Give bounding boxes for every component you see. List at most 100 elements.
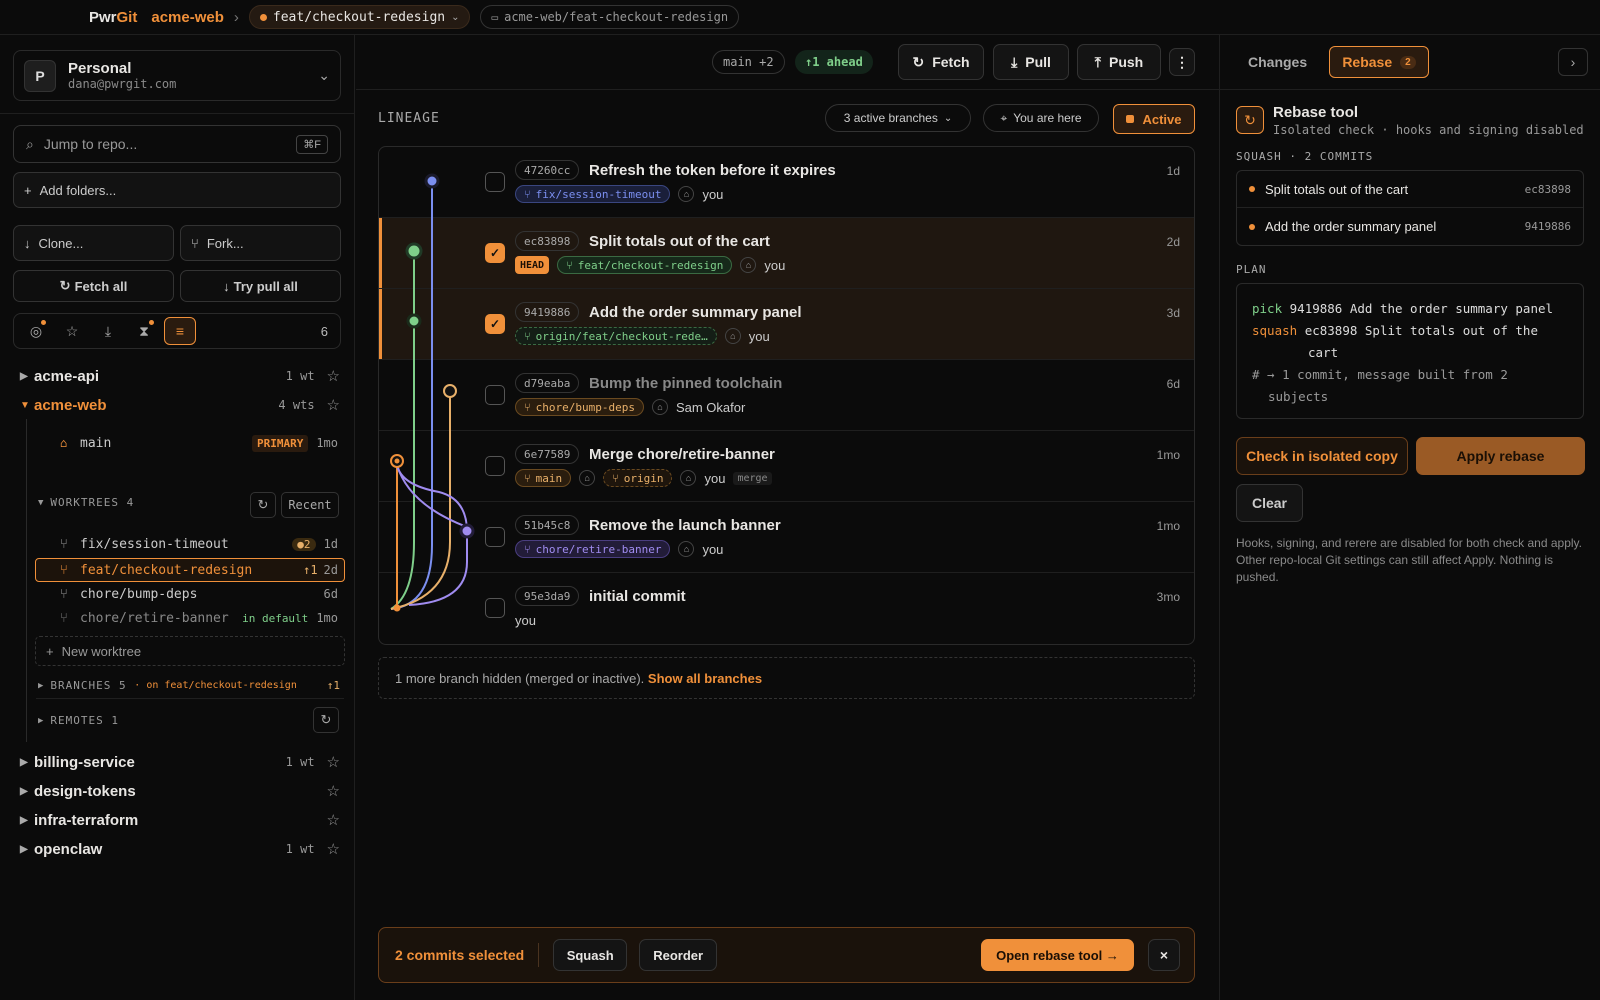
remotes-header[interactable]: ▶ REMOTES 1 — [38, 714, 119, 727]
star-icon[interactable]: ☆ — [327, 396, 340, 414]
commit-refs: ⑂ main ⌂ ⑂ origin ⌂ you merge — [515, 469, 772, 487]
commit-checkbox[interactable] — [485, 172, 505, 192]
ref-tag[interactable]: ⑂ origin — [603, 469, 673, 487]
ref-tag[interactable]: ⑂ chore/bump-deps — [515, 398, 644, 416]
star-filter-icon[interactable]: ☆ — [56, 317, 88, 345]
graph-node[interactable] — [405, 242, 423, 260]
star-icon[interactable]: ☆ — [327, 782, 340, 800]
ref-tag[interactable]: ⑂ main — [515, 469, 572, 487]
commit-row[interactable]: 51b45c8 Remove the launch banner 1mo ⑂ chore… — [379, 502, 1194, 573]
activity-filter-icon[interactable]: ◎ — [20, 317, 52, 345]
commit-row[interactable]: 95e3da9 initial commit 3mo you — [379, 573, 1194, 644]
repo-billing-service[interactable]: ▶ billing-service 1 wt ☆ — [20, 753, 340, 772]
filter-count: 6 — [320, 323, 328, 339]
graph-node[interactable] — [459, 523, 475, 539]
branches-header[interactable]: ▶ BRANCHES 5 · on feat/checkout-redesign… — [38, 679, 340, 692]
commit-hash[interactable]: 51b45c8 — [515, 515, 580, 535]
account-switcher[interactable]: P Personal dana@pwrgit.com ⌄ — [13, 50, 341, 101]
active-branches-dropdown[interactable]: 3 active branches ⌄ — [825, 104, 971, 132]
refresh-worktrees-button[interactable]: ↻ — [250, 492, 276, 518]
graph-node[interactable] — [393, 604, 401, 612]
fork-button[interactable]: ⑂ Fork... — [180, 225, 341, 261]
graph-node[interactable] — [424, 173, 440, 189]
worktrees-header[interactable]: ▼ WORKTREES 4 — [38, 496, 134, 509]
worktree-fix-session-timeout[interactable]: ⑂ fix/session-timeout ●2 1d — [36, 532, 344, 556]
commit-checkbox[interactable] — [485, 598, 505, 618]
clear-button[interactable]: Clear — [1236, 484, 1303, 522]
worktree-chore-retire-banner[interactable]: ⑂ chore/retire-banner in default 1mo — [36, 606, 344, 630]
you-are-here-button[interactable]: ⌖ You are here — [983, 104, 1099, 132]
commit-hash[interactable]: 95e3da9 — [515, 586, 580, 606]
commit-hash[interactable]: ec83898 — [515, 231, 580, 251]
more-menu-button[interactable]: ⋮ — [1169, 48, 1195, 76]
collapse-panel-button[interactable]: › — [1558, 48, 1588, 76]
star-icon[interactable]: ☆ — [327, 811, 340, 829]
add-folders-button[interactable]: + Add folders... — [13, 172, 341, 208]
apply-rebase-button[interactable]: Apply rebase — [1416, 437, 1585, 475]
commit-hash[interactable]: 6e77589 — [515, 444, 580, 464]
ref-tag[interactable]: ⑂ chore/retire-banner — [515, 540, 671, 558]
graph-node[interactable] — [406, 313, 422, 329]
home-icon: ⌂ — [60, 436, 68, 450]
main-worktree[interactable]: ⌂ main PRIMARY 1mo — [36, 431, 344, 455]
squash-item[interactable]: Add the order summary panel 9419886 — [1237, 208, 1583, 245]
star-icon[interactable]: ☆ — [327, 367, 340, 385]
ref-tag[interactable]: HEAD — [515, 256, 550, 274]
refresh-remotes-button[interactable]: ↻ — [313, 707, 339, 733]
active-filter-toggle[interactable]: Active — [1113, 104, 1195, 134]
commit-row[interactable]: d79eaba Bump the pinned toolchain 6d ⑂ chore… — [379, 360, 1194, 431]
worktree-chore-bump-deps[interactable]: ⑂ chore/bump-deps 6d — [36, 582, 344, 606]
main-compare-badge[interactable]: main +2 — [712, 50, 785, 74]
list-filter-icon[interactable]: ≡ — [164, 317, 196, 345]
fetch-button[interactable]: ↻ Fetch — [898, 44, 984, 80]
open-rebase-tool-button[interactable]: Open rebase tool → — [981, 939, 1134, 971]
push-button[interactable]: ⤒ Push — [1077, 44, 1161, 80]
repo-acme-web[interactable]: ▼ acme-web 4 wts ☆ — [20, 396, 340, 415]
ref-tag[interactable]: ⑂ origin/feat/checkout-rede… — [515, 327, 717, 345]
repo-openclaw[interactable]: ▶ openclaw 1 wt ☆ — [20, 840, 340, 859]
hourglass-filter-icon[interactable]: ⧗ — [128, 317, 160, 345]
repo-acme-api[interactable]: ▶ acme-api 1 wt ☆ — [20, 367, 340, 386]
commit-row[interactable]: ✓ 9419886 Add the order summary panel 3d ⑂ or… — [379, 289, 1194, 360]
repo-design-tokens[interactable]: ▶ design-tokens ☆ — [20, 782, 340, 801]
fetch-all-button[interactable]: ↻ Fetch all — [13, 270, 174, 302]
check-isolated-copy-button[interactable]: Check in isolated copy — [1236, 437, 1408, 475]
graph-node[interactable] — [443, 384, 457, 398]
ref-tag[interactable]: ⑂ fix/session-timeout — [515, 185, 671, 203]
commit-checkbox[interactable] — [485, 527, 505, 547]
ref-tag[interactable]: ⑂ feat/checkout-redesign — [557, 256, 733, 274]
worktree-path[interactable]: ▭ acme-web/feat-checkout-redesign — [480, 5, 740, 29]
commit-checkbox[interactable] — [485, 456, 505, 476]
commit-checkbox[interactable]: ✓ — [485, 314, 505, 334]
commit-hash[interactable]: 9419886 — [515, 302, 580, 322]
commit-row[interactable]: 47260cc Refresh the token before it expir… — [379, 147, 1194, 218]
pull-button[interactable]: ⤓ Pull — [993, 44, 1069, 80]
star-icon[interactable]: ☆ — [327, 840, 340, 858]
commit-checkbox[interactable] — [485, 385, 505, 405]
primary-badge: PRIMARY — [251, 434, 309, 452]
worktree-feat-checkout-redesign[interactable]: ⑂ feat/checkout-redesign ↑1 2d — [35, 558, 345, 582]
star-icon[interactable]: ☆ — [327, 753, 340, 771]
recent-sort-button[interactable]: Recent — [281, 492, 339, 518]
close-selection-button[interactable]: × — [1148, 939, 1180, 971]
try-pull-all-button[interactable]: ↓ Try pull all — [180, 270, 341, 302]
search-input[interactable]: ⌕ Jump to repo... ⌘F — [13, 125, 341, 163]
commit-hash[interactable]: d79eaba — [515, 373, 580, 393]
branch-switcher[interactable]: feat/checkout-redesign ⌄ — [248, 5, 471, 29]
squash-button[interactable]: Squash — [553, 939, 628, 971]
repo-infra-terraform[interactable]: ▶ infra-terraform ☆ — [20, 811, 340, 830]
clone-button[interactable]: ↓ Clone... — [13, 225, 174, 261]
tab-changes[interactable]: Changes — [1248, 54, 1307, 70]
new-worktree-button[interactable]: + New worktree — [35, 636, 345, 666]
commit-row[interactable]: ✓ ec83898 Split totals out of the cart 2d HE… — [379, 218, 1194, 289]
show-all-branches-link[interactable]: Show all branches — [648, 671, 762, 686]
tab-rebase[interactable]: Rebase 2 — [1329, 46, 1429, 78]
commit-row[interactable]: 6e77589 Merge chore/retire-banner 1mo ⑂ main… — [379, 431, 1194, 502]
download-filter-icon[interactable]: ⤓ — [92, 317, 124, 345]
reorder-button[interactable]: Reorder — [639, 939, 718, 971]
squash-item[interactable]: Split totals out of the cart ec83898 — [1237, 171, 1583, 208]
commit-checkbox[interactable]: ✓ — [485, 243, 505, 263]
breadcrumb-separator: › — [233, 8, 239, 26]
breadcrumb-repo[interactable]: acme-web — [151, 9, 224, 26]
commit-hash[interactable]: 47260cc — [515, 160, 580, 180]
